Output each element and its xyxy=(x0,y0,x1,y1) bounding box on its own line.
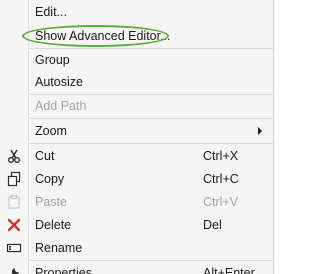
scissors-icon xyxy=(6,148,22,164)
shortcut-text: Ctrl+X xyxy=(203,149,239,163)
menu-item-edit[interactable]: Edit... xyxy=(0,1,273,23)
menu-item-add-path[interactable]: Add Path xyxy=(0,95,273,117)
copy-icon xyxy=(6,171,22,187)
menu-item-copy[interactable]: Copy Ctrl+C xyxy=(0,168,273,190)
menu-item-label: Delete xyxy=(35,218,72,232)
menu-separator xyxy=(30,260,273,261)
menu-item-label: Paste xyxy=(35,195,67,209)
menu-item-label: Autosize xyxy=(35,75,83,89)
shortcut-text: Alt+Enter xyxy=(203,266,255,274)
menu-item-label: Rename xyxy=(35,241,83,255)
menu-item-delete[interactable]: Delete Del xyxy=(0,214,273,236)
menu-separator xyxy=(30,118,273,119)
delete-icon xyxy=(6,217,22,233)
context-menu: Edit... Show Advanced Editor... Group Au… xyxy=(0,0,274,274)
menu-item-rename[interactable]: Rename xyxy=(0,237,273,259)
menu-item-label: Add Path xyxy=(35,99,87,113)
menu-item-properties[interactable]: Properties Alt+Enter xyxy=(0,262,273,274)
menu-item-label: Copy xyxy=(35,172,65,186)
menu-item-label: Edit... xyxy=(35,5,67,19)
menu-item-label: Properties xyxy=(35,266,92,274)
highlight-ellipse-annotation xyxy=(22,25,169,47)
submenu-arrow-icon xyxy=(258,127,262,135)
paste-icon xyxy=(6,194,22,210)
menu-item-label: Group xyxy=(35,53,70,67)
wrench-icon xyxy=(6,265,22,274)
menu-item-autosize[interactable]: Autosize xyxy=(0,71,273,93)
rename-icon xyxy=(6,240,22,256)
menu-item-zoom[interactable]: Zoom xyxy=(0,120,273,142)
shortcut-text: Ctrl+C xyxy=(203,172,239,186)
shortcut-text: Del xyxy=(203,218,222,232)
menu-item-cut[interactable]: Cut Ctrl+X xyxy=(0,145,273,167)
menu-item-label: Cut xyxy=(35,149,55,163)
shortcut-text: Ctrl+V xyxy=(203,195,239,209)
menu-separator xyxy=(30,143,273,144)
menu-item-label: Zoom xyxy=(35,124,67,138)
menu-item-group[interactable]: Group xyxy=(0,49,273,71)
menu-item-paste[interactable]: Paste Ctrl+V xyxy=(0,191,273,213)
